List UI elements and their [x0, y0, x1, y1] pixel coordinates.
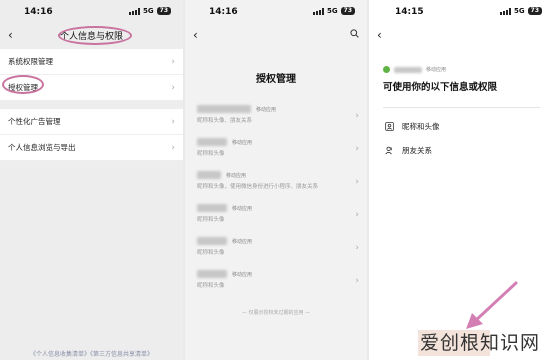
signal-icon — [129, 7, 141, 15]
app-name-blurred — [197, 105, 251, 113]
person-card-icon — [385, 121, 394, 131]
chevron-right-icon: › — [355, 111, 359, 121]
app-tag: 移动应用 — [226, 172, 247, 179]
network-label: 5G — [327, 7, 338, 15]
chevron-right-icon: › — [171, 83, 175, 93]
list-item[interactable]: 移动应用 昵称和头像 › — [185, 198, 367, 231]
app-tag: 移动应用 — [232, 271, 253, 278]
app-name-blurred — [394, 66, 422, 73]
chevron-right-icon: › — [171, 57, 175, 67]
nav-bar: ‹ — [185, 24, 367, 46]
battery-icon: 73 — [527, 7, 542, 15]
highlight-circle — [58, 26, 132, 45]
menu-item-ad-management[interactable]: 个性化广告管理 › — [0, 109, 183, 135]
settings-menu: 个性化广告管理 › 个人信息浏览与导出 › — [0, 109, 183, 161]
authorized-app-list: 移动应用 昵称和头像、朋友关系 › 移动应用 昵称和头像 › 移动应用 昵称和头… — [185, 99, 367, 297]
network-label: 5G — [514, 7, 525, 15]
signal-icon — [500, 7, 512, 15]
app-tag: 移动应用 — [232, 139, 253, 146]
panel-personal-info: 14:16 5G 73 ‹ 个人信息与权限 系统权限管理 › 授权管理 › 个性… — [0, 0, 183, 360]
status-bar: 14:16 5G 73 — [0, 0, 183, 24]
menu-item-info-export[interactable]: 个人信息浏览与导出 › — [0, 135, 183, 161]
status-icons: 5G 73 — [129, 7, 171, 15]
signal-icon — [313, 7, 325, 15]
list-item[interactable]: 移动应用 昵称和头像 › — [185, 264, 367, 297]
chevron-right-icon: › — [171, 117, 175, 127]
app-tag: 移动应用 — [426, 67, 447, 73]
app-permissions: 昵称和头像 — [197, 283, 225, 289]
battery-icon: 73 — [156, 7, 171, 15]
search-icon[interactable] — [350, 29, 359, 38]
permission-label: 朋友关系 — [402, 145, 432, 155]
menu-item-label: 系统权限管理 — [8, 57, 53, 66]
status-time: 14:16 — [209, 7, 238, 17]
app-name-blurred — [197, 138, 227, 146]
app-permissions: 昵称和头像 — [197, 250, 225, 256]
menu-item-label: 个性化广告管理 — [8, 117, 61, 126]
page-title: 授权管理 — [256, 74, 296, 85]
permission-label: 昵称和头像 — [402, 121, 440, 131]
menu-item-label: 个人信息浏览与导出 — [8, 143, 76, 152]
battery-icon: 73 — [340, 7, 355, 15]
app-permissions: 昵称和头像 — [197, 151, 225, 157]
app-tag: 移动应用 — [232, 238, 253, 245]
status-icons: 5G 73 — [500, 7, 542, 15]
nav-bar: ‹ — [369, 24, 554, 46]
list-item[interactable]: 移动应用 昵称和头像 › — [185, 132, 367, 165]
chevron-right-icon: › — [171, 143, 175, 153]
app-tag: 移动应用 — [256, 106, 277, 113]
chevron-right-icon: › — [355, 243, 359, 253]
app-permissions: 昵称和头像 — [197, 217, 225, 223]
network-label: 5G — [143, 7, 154, 15]
app-name-blurred — [197, 204, 227, 212]
panel-authorization: 14:16 5G 73 ‹ 授权管理 移动应用 昵称和头像、朋友关系 › 移动应… — [185, 0, 367, 360]
app-name-blurred — [197, 270, 227, 278]
chevron-right-icon: › — [355, 210, 359, 220]
chevron-right-icon: › — [355, 276, 359, 286]
pointer-arrow-icon — [466, 281, 518, 329]
list-item[interactable]: 移动应用 昵称和头像 › — [185, 231, 367, 264]
list-item[interactable]: 移动应用 昵称和头像、朋友关系 › — [185, 99, 367, 132]
highlight-circle — [2, 75, 44, 94]
list-footer-note: — 仅展示授权未过期的应用 — — [241, 310, 311, 316]
friends-icon — [385, 146, 392, 154]
footer-links[interactable]: 《个人信息收集清单》《第三方信息共享清单》 — [30, 349, 153, 358]
app-name-blurred — [197, 171, 221, 179]
status-time: 14:15 — [395, 7, 424, 17]
status-bar: 14:15 5G 73 — [369, 0, 554, 24]
list-item[interactable]: 移动应用 昵称和头像，使用微信身份进行小程序、朋友关系 › — [185, 165, 367, 198]
watermark: 爱创根知识网 — [420, 332, 541, 354]
app-tag: 移动应用 — [232, 205, 253, 212]
chevron-right-icon: › — [355, 144, 359, 154]
back-icon[interactable]: ‹ — [193, 28, 198, 42]
chevron-right-icon: › — [355, 177, 359, 187]
status-time: 14:16 — [24, 7, 53, 17]
app-header: 移动应用 可使用你的以下信息或权限 — [369, 66, 554, 93]
status-bar: 14:16 5G 73 — [185, 0, 367, 24]
permission-item-friends[interactable]: 朋友关系 — [369, 138, 554, 162]
permission-item-profile[interactable]: 昵称和头像 — [369, 114, 554, 138]
status-icons: 5G 73 — [313, 7, 355, 15]
back-icon[interactable]: ‹ — [377, 28, 382, 42]
app-name-blurred — [197, 237, 227, 245]
app-permissions: 昵称和头像，使用微信身份进行小程序、朋友关系 — [197, 184, 319, 190]
app-icon — [383, 66, 390, 73]
menu-item-system-permissions[interactable]: 系统权限管理 › — [0, 49, 183, 75]
permissions-title: 可使用你的以下信息或权限 — [383, 82, 498, 93]
app-permissions: 昵称和头像、朋友关系 — [197, 118, 253, 124]
